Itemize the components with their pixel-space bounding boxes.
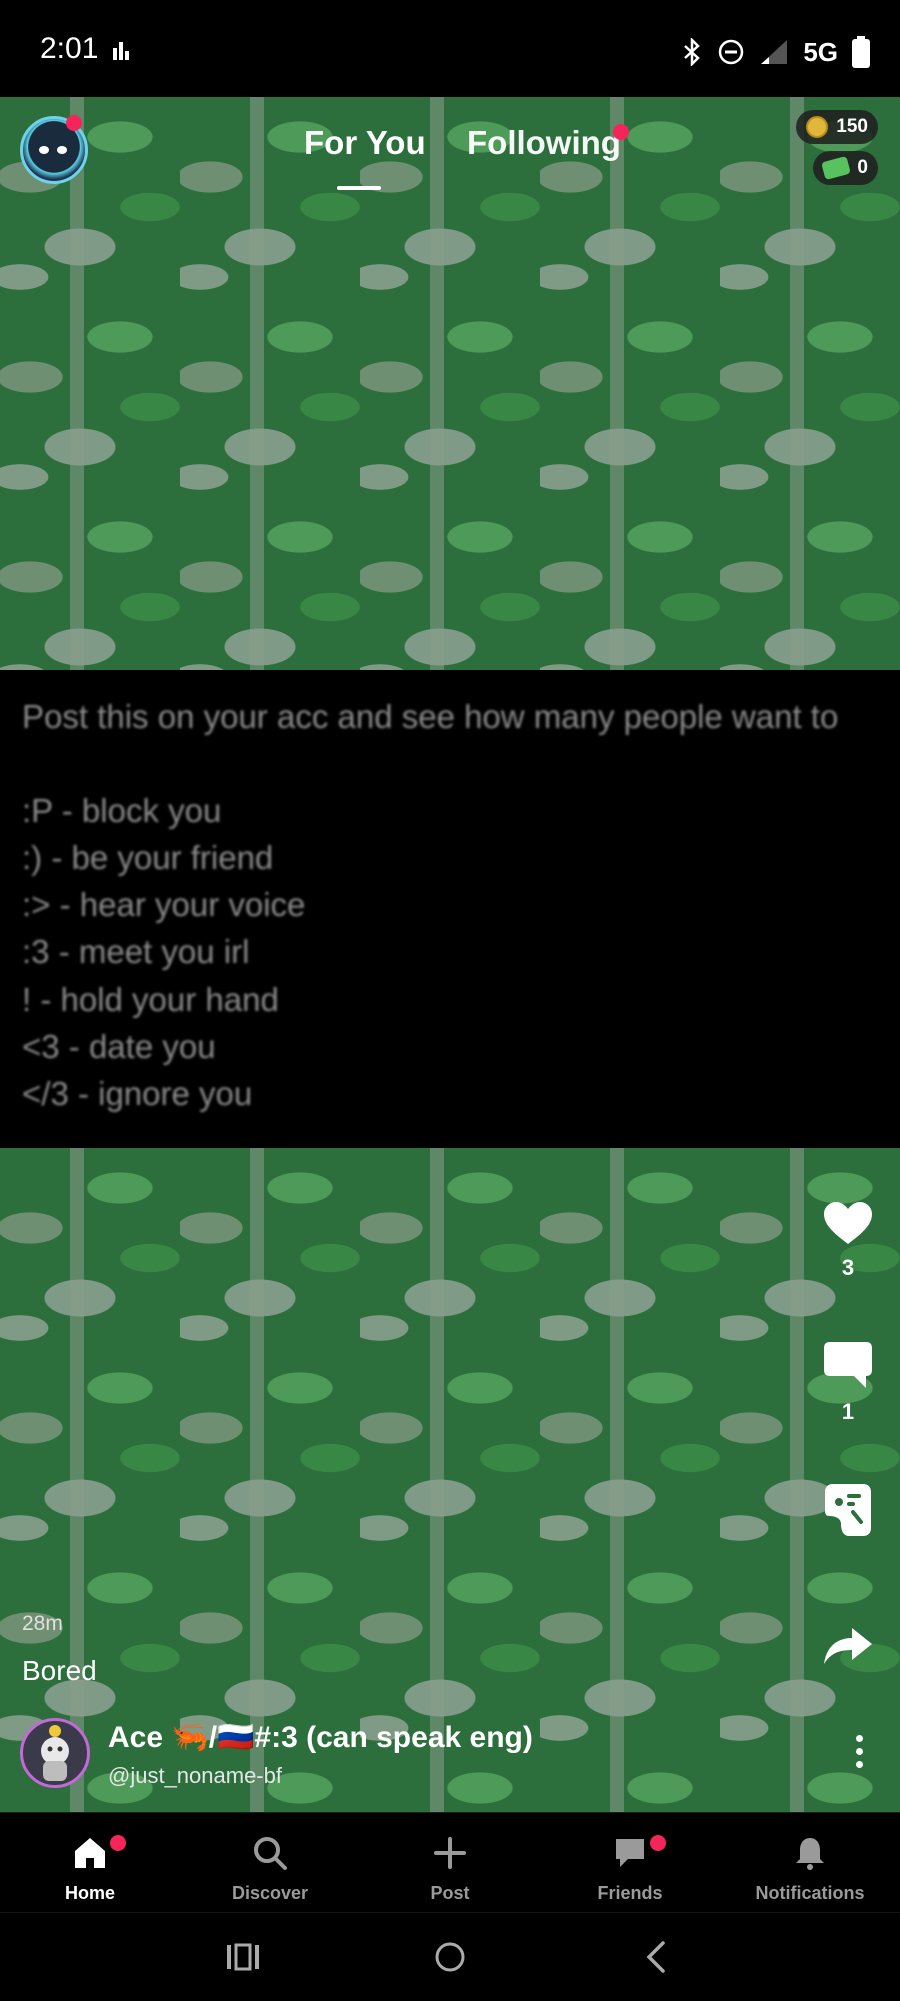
- author-avatar-image: [41, 1725, 69, 1781]
- signal-icon: [761, 40, 788, 64]
- post-text-line: :) - be your friend: [22, 839, 274, 876]
- comment-count: 1: [841, 1399, 855, 1424]
- chat-icon: [616, 1839, 644, 1867]
- coin-icon: [806, 116, 829, 138]
- author-avatar[interactable]: [20, 1718, 90, 1788]
- like-button[interactable]: 3: [818, 1200, 878, 1281]
- author-name[interactable]: Ace 🦐/🇷🇺#:3 (can speak eng): [108, 1720, 533, 1755]
- author-handle[interactable]: @just_noname-bf: [108, 1763, 282, 1789]
- post-background-bottom: [0, 1148, 900, 1812]
- nav-label-notifications: Notifications: [755, 1883, 865, 1903]
- back-icon[interactable]: [637, 1937, 677, 1977]
- post-text-line: </3 - ignore you: [22, 1075, 253, 1112]
- plus-icon: [434, 1837, 466, 1869]
- post-text-line: <3 - date you: [22, 1028, 216, 1065]
- more-options-icon[interactable]: [854, 1735, 864, 1774]
- comment-icon: [824, 1342, 872, 1388]
- share-icon: [824, 1628, 872, 1664]
- heart-icon: [824, 1202, 872, 1244]
- nav-friends[interactable]: Friends: [540, 1813, 720, 1913]
- nav-post[interactable]: Post: [360, 1813, 540, 1913]
- post-caption: Bored: [22, 1655, 97, 1686]
- nav-discover[interactable]: Discover: [180, 1813, 360, 1913]
- post-text-line: :> - hear your voice: [22, 886, 306, 923]
- home-notification-dot: [110, 1835, 126, 1851]
- search-icon: [254, 1837, 287, 1870]
- post-text-band: Post this on your acc and see how many p…: [0, 670, 900, 1148]
- remix-button[interactable]: [818, 1482, 878, 1543]
- status-bar: 2:01 5G: [0, 0, 900, 97]
- following-notification-dot: [613, 124, 629, 140]
- nav-label-friends: Friends: [597, 1883, 663, 1903]
- active-tab-indicator: [337, 186, 381, 190]
- battery-icon: [852, 36, 870, 68]
- activity-icon: [113, 42, 129, 60]
- nav-notifications[interactable]: Notifications: [720, 1813, 900, 1913]
- home-system-icon[interactable]: [430, 1937, 470, 1977]
- post-text-line: ! - hold your hand: [22, 981, 279, 1018]
- post-time-ago: 28m: [22, 1612, 63, 1635]
- post-text-line: Post this on your acc and see how many p…: [22, 698, 839, 735]
- like-count: 3: [841, 1255, 855, 1280]
- nav-label-discover: Discover: [231, 1883, 309, 1903]
- remix-icon: [825, 1484, 871, 1536]
- tab-following[interactable]: Following: [467, 124, 621, 162]
- cash-icon: [821, 155, 852, 181]
- status-time: 2:01: [40, 32, 99, 65]
- network-type: 5G: [803, 36, 838, 67]
- coins-count: 150: [836, 116, 868, 137]
- coins-balance[interactable]: 150: [796, 110, 878, 144]
- post-text-line: :3 - meet you irl: [22, 933, 250, 970]
- bottom-navigation: Home Discover Post Friends Notifications: [0, 1812, 900, 1913]
- home-icon: [75, 1838, 105, 1868]
- nav-label-post: Post: [430, 1883, 470, 1903]
- comment-button[interactable]: 1: [818, 1340, 878, 1425]
- post-text-line: :P - block you: [22, 792, 222, 829]
- feed-tabs: For You Following: [0, 124, 900, 194]
- do-not-disturb-icon: [719, 39, 744, 65]
- bell-icon: [796, 1838, 824, 1870]
- share-button[interactable]: [818, 1626, 878, 1671]
- cash-balance[interactable]: 0: [813, 151, 878, 185]
- recent-apps-icon[interactable]: [223, 1937, 263, 1977]
- cash-count: 0: [857, 157, 868, 178]
- system-navigation: [0, 1912, 900, 2001]
- nav-home[interactable]: Home: [0, 1813, 180, 1913]
- bluetooth-icon: [684, 38, 701, 66]
- nav-label-home: Home: [64, 1883, 115, 1903]
- friends-notification-dot: [650, 1835, 666, 1851]
- tab-for-you[interactable]: For You: [304, 124, 426, 162]
